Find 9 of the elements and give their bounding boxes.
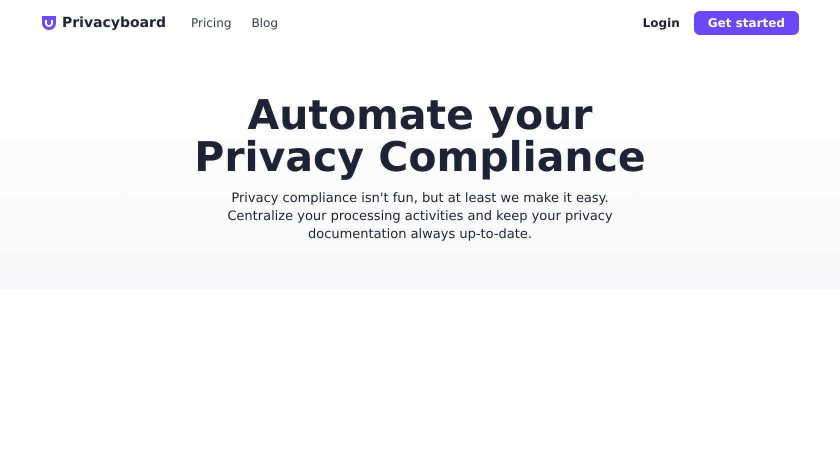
nav-link[interactable]: Pricing	[190, 14, 232, 32]
hero-subtitle: Centralize your processing activities and keep your privacy documentation always up-to-date.	[226, 208, 614, 244]
hero-subtitle: Privacy compliance isn't fun, but at least we make it easy.	[231, 190, 609, 208]
hero-title: Automate your Privacy Compliance	[193, 94, 647, 178]
nav-link[interactable]: Blog	[251, 14, 278, 32]
get-started-button[interactable]: Get started	[694, 11, 799, 35]
shield-logo-icon	[41, 15, 57, 31]
brand-name: Privacyboard	[62, 14, 166, 32]
login-link[interactable]: Login	[642, 14, 680, 32]
